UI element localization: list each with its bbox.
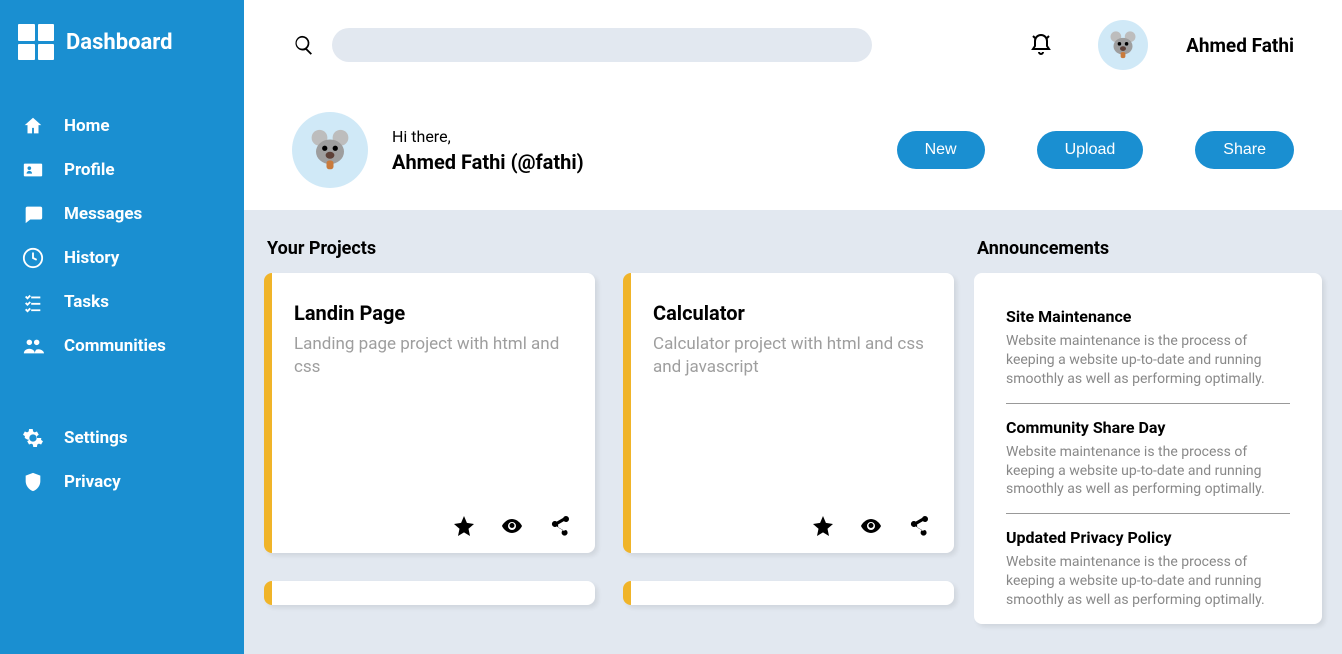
content-area: Your Projects Landin Page Landing page p…: [244, 210, 1342, 654]
search-icon[interactable]: [292, 33, 316, 57]
topbar: Ahmed Fathi: [244, 0, 1342, 90]
avatar-large: [292, 112, 368, 188]
announcement-text: Website maintenance is the process of ke…: [1006, 443, 1290, 500]
right-column: Announcements Site Maintenance Website m…: [974, 238, 1342, 654]
project-description: Landing page project with html and css: [294, 333, 573, 379]
greeting-text: Hi there,: [392, 127, 584, 146]
project-card: [264, 581, 595, 605]
sidebar-item-history[interactable]: History: [16, 236, 228, 280]
clock-icon: [22, 247, 44, 269]
bell-icon[interactable]: [1028, 32, 1054, 58]
projects-column: Your Projects Landin Page Landing page p…: [244, 238, 954, 654]
search-input[interactable]: [332, 28, 872, 62]
eye-icon[interactable]: [858, 513, 884, 539]
share-icon[interactable]: [547, 513, 573, 539]
tasks-icon: [22, 291, 44, 313]
sidebar-nav-main: Home Profile Messages History Tasks Comm…: [0, 104, 244, 368]
sidebar: Dashboard Home Profile Messages History …: [0, 0, 244, 654]
project-grid: Landin Page Landing page project with ht…: [264, 273, 954, 553]
star-icon[interactable]: [451, 513, 477, 539]
sidebar-item-label: Home: [64, 116, 110, 136]
share-icon[interactable]: [906, 513, 932, 539]
people-icon: [22, 335, 44, 357]
project-title: Calculator: [653, 301, 932, 325]
project-description: Calculator project with html and css and…: [653, 333, 932, 379]
project-title: Landin Page: [294, 301, 573, 325]
user-name-top: Ahmed Fathi: [1186, 34, 1294, 57]
card-icon: [22, 159, 44, 181]
brand-title: Dashboard: [66, 30, 173, 55]
greeting-block: Hi there, Ahmed Fathi (@fathi): [392, 127, 584, 174]
sidebar-item-settings[interactable]: Settings: [16, 416, 228, 460]
sidebar-item-label: Communities: [64, 336, 166, 356]
home-icon: [22, 115, 44, 137]
dashboard-logo-icon: [18, 24, 54, 60]
sidebar-item-messages[interactable]: Messages: [16, 192, 228, 236]
announcement-text: Website maintenance is the process of ke…: [1006, 553, 1290, 610]
sidebar-item-profile[interactable]: Profile: [16, 148, 228, 192]
gear-icon: [22, 427, 44, 449]
announcement-title: Community Share Day: [1006, 418, 1290, 437]
sidebar-item-label: Privacy: [64, 472, 121, 492]
sidebar-nav-secondary: Settings Privacy: [0, 416, 244, 504]
announcement-text: Website maintenance is the process of ke…: [1006, 332, 1290, 389]
sidebar-item-label: Tasks: [64, 292, 109, 312]
message-icon: [22, 203, 44, 225]
announcement-item: Site Maintenance Website maintenance is …: [1006, 307, 1290, 404]
sidebar-item-communities[interactable]: Communities: [16, 324, 228, 368]
announcement-title: Site Maintenance: [1006, 307, 1290, 326]
announcement-item: Updated Privacy Policy Website maintenan…: [1006, 528, 1290, 624]
project-card: Landin Page Landing page project with ht…: [264, 273, 595, 553]
projects-heading: Your Projects: [264, 238, 954, 259]
project-actions: [294, 513, 573, 539]
brand-block: Dashboard: [0, 16, 244, 80]
sidebar-item-label: Messages: [64, 204, 142, 224]
project-card: [623, 581, 954, 605]
avatar-small[interactable]: [1098, 20, 1148, 70]
star-icon[interactable]: [810, 513, 836, 539]
sidebar-item-privacy[interactable]: Privacy: [16, 460, 228, 504]
sidebar-item-home[interactable]: Home: [16, 104, 228, 148]
announcements-card: Site Maintenance Website maintenance is …: [974, 273, 1322, 624]
announcement-item: Community Share Day Website maintenance …: [1006, 418, 1290, 515]
project-card: Calculator Calculator project with html …: [623, 273, 954, 553]
new-button[interactable]: New: [897, 131, 985, 169]
userbar: Hi there, Ahmed Fathi (@fathi) New Uploa…: [244, 90, 1342, 210]
sidebar-item-label: Profile: [64, 160, 115, 180]
shield-icon: [22, 471, 44, 493]
user-fullname: Ahmed Fathi (@fathi): [392, 150, 584, 174]
project-actions: [653, 513, 932, 539]
upload-button[interactable]: Upload: [1037, 131, 1144, 169]
eye-icon[interactable]: [499, 513, 525, 539]
announcements-heading: Announcements: [974, 238, 1322, 259]
sidebar-item-label: Settings: [64, 428, 128, 448]
announcement-title: Updated Privacy Policy: [1006, 528, 1290, 547]
sidebar-item-tasks[interactable]: Tasks: [16, 280, 228, 324]
share-button[interactable]: Share: [1195, 131, 1294, 169]
project-grid-row2: [264, 581, 954, 605]
main-area: Ahmed Fathi Hi there, Ahmed Fathi (@fath…: [244, 0, 1342, 654]
sidebar-item-label: History: [64, 248, 119, 268]
